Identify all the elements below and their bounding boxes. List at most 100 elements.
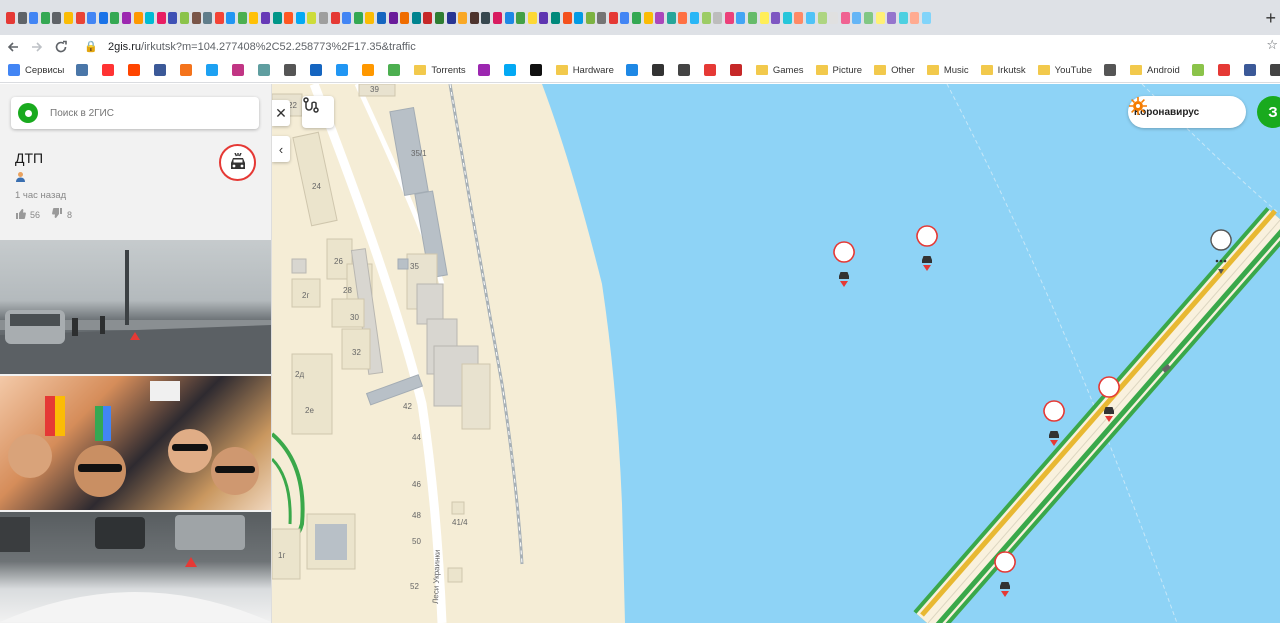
bookmark-item[interactable] — [128, 64, 145, 76]
tab-favicon[interactable] — [713, 11, 723, 24]
bookmark-item[interactable] — [651, 64, 669, 76]
tab-favicon[interactable] — [608, 11, 618, 24]
bookmark-folder[interactable]: Android — [1129, 65, 1180, 76]
tab-favicon[interactable] — [690, 11, 700, 24]
tab-favicon[interactable] — [863, 11, 873, 24]
tab-favicon[interactable] — [319, 11, 329, 24]
tab-favicon[interactable] — [446, 11, 456, 24]
tab-favicon[interactable] — [342, 11, 352, 24]
bookmark-folder[interactable]: Torrents — [414, 65, 466, 76]
tab-favicon[interactable] — [771, 11, 781, 24]
tab-favicon[interactable] — [562, 11, 572, 24]
tab-favicon[interactable] — [597, 11, 607, 24]
tab-favicon[interactable] — [817, 11, 827, 24]
collapse-panel-button[interactable]: ‹ — [272, 136, 290, 162]
tab-favicon[interactable] — [585, 11, 595, 24]
bookmark-folder[interactable]: Hardware — [555, 65, 614, 76]
tab-favicon[interactable] — [504, 11, 514, 24]
forward-button[interactable] — [26, 36, 48, 58]
tab-favicon[interactable] — [632, 11, 642, 24]
tab-favicon[interactable] — [284, 11, 294, 24]
tab-favicon[interactable] — [805, 11, 815, 24]
bookmark-item[interactable] — [310, 64, 327, 76]
tab-favicon[interactable] — [388, 11, 398, 24]
tab-favicon[interactable] — [492, 11, 502, 24]
tab-favicon[interactable] — [724, 11, 734, 24]
close-card-button[interactable]: ✕ — [272, 100, 290, 126]
new-tab-button[interactable]: + — [1265, 8, 1276, 29]
tab-favicon[interactable] — [295, 11, 305, 24]
tab-favicon[interactable] — [353, 11, 363, 24]
tab-favicon[interactable] — [249, 11, 259, 24]
tab-favicon[interactable] — [87, 11, 97, 24]
tab-favicon[interactable] — [782, 11, 792, 24]
tab-favicon[interactable] — [910, 11, 920, 24]
tab-favicon[interactable] — [875, 11, 885, 24]
bookmark-item[interactable] — [625, 64, 643, 76]
bookmark-folder[interactable]: Games — [755, 65, 804, 76]
bookmark-item[interactable] — [388, 64, 405, 76]
thumb-down-icon[interactable] — [52, 208, 63, 222]
bookmark-item[interactable] — [154, 64, 171, 76]
tab-favicon[interactable] — [898, 11, 908, 24]
tab-favicon[interactable] — [469, 11, 479, 24]
tab-favicon[interactable] — [17, 11, 27, 24]
tab-favicon[interactable] — [272, 11, 282, 24]
bookmark-item[interactable] — [180, 64, 197, 76]
incident-photo[interactable] — [0, 512, 271, 622]
tab-favicon[interactable] — [191, 11, 201, 24]
tab-favicon[interactable] — [736, 11, 746, 24]
bookmark-folder[interactable]: Other — [874, 65, 915, 76]
tab-favicon[interactable] — [179, 11, 189, 24]
reload-button[interactable] — [50, 36, 72, 58]
tab-favicon[interactable] — [203, 11, 213, 24]
bookmark-item[interactable] — [1217, 64, 1235, 76]
bookmark-item[interactable] — [258, 64, 275, 76]
tab-favicon[interactable] — [400, 11, 410, 24]
tab-favicon[interactable] — [458, 11, 468, 24]
tab-favicon[interactable] — [29, 11, 39, 24]
bookmark-item[interactable] — [1103, 64, 1121, 76]
tab-favicon[interactable] — [133, 11, 143, 24]
tab-favicon[interactable] — [840, 11, 850, 24]
tab-favicon[interactable] — [63, 11, 73, 24]
tab-favicon[interactable] — [666, 11, 676, 24]
tab-favicon[interactable] — [75, 11, 85, 24]
bookmark-item[interactable] — [1243, 64, 1261, 76]
tab-favicon[interactable] — [411, 11, 421, 24]
tab-favicon[interactable] — [921, 11, 931, 24]
tab-favicon[interactable] — [516, 11, 526, 24]
tab-favicon[interactable] — [655, 11, 665, 24]
tab-favicon[interactable] — [121, 11, 131, 24]
incident-photo[interactable] — [0, 240, 271, 374]
bookmark-item[interactable] — [76, 64, 93, 76]
tab-favicon[interactable] — [226, 11, 236, 24]
bookmark-item[interactable] — [1191, 64, 1209, 76]
tab-favicon[interactable] — [423, 11, 433, 24]
bookmark-item[interactable] — [677, 64, 695, 76]
tab-favicon[interactable] — [40, 11, 50, 24]
bookmark-item[interactable] — [729, 64, 747, 76]
bookmark-folder[interactable]: Picture — [815, 65, 862, 76]
bookmark-item[interactable] — [503, 64, 521, 76]
tab-favicon[interactable] — [145, 11, 155, 24]
tab-favicon[interactable] — [701, 11, 711, 24]
bookmark-item[interactable] — [336, 64, 353, 76]
tab-favicon[interactable] — [794, 11, 804, 24]
tab-favicon[interactable] — [330, 11, 340, 24]
tab-favicon[interactable] — [759, 11, 769, 24]
bookmark-item[interactable] — [284, 64, 301, 76]
bookmark-item[interactable] — [477, 64, 495, 76]
tab-favicon[interactable] — [52, 11, 62, 24]
tab-favicon[interactable] — [574, 11, 584, 24]
bookmark-item[interactable] — [232, 64, 249, 76]
tab-favicon[interactable] — [98, 11, 108, 24]
search-input[interactable] — [50, 107, 230, 119]
tab-favicon[interactable] — [307, 11, 317, 24]
bookmark-item[interactable] — [529, 64, 547, 76]
tab-favicon[interactable] — [261, 11, 271, 24]
tab-favicon[interactable] — [550, 11, 560, 24]
tab-favicon[interactable] — [237, 11, 247, 24]
search-box[interactable] — [11, 97, 259, 129]
tab-favicon[interactable] — [377, 11, 386, 24]
